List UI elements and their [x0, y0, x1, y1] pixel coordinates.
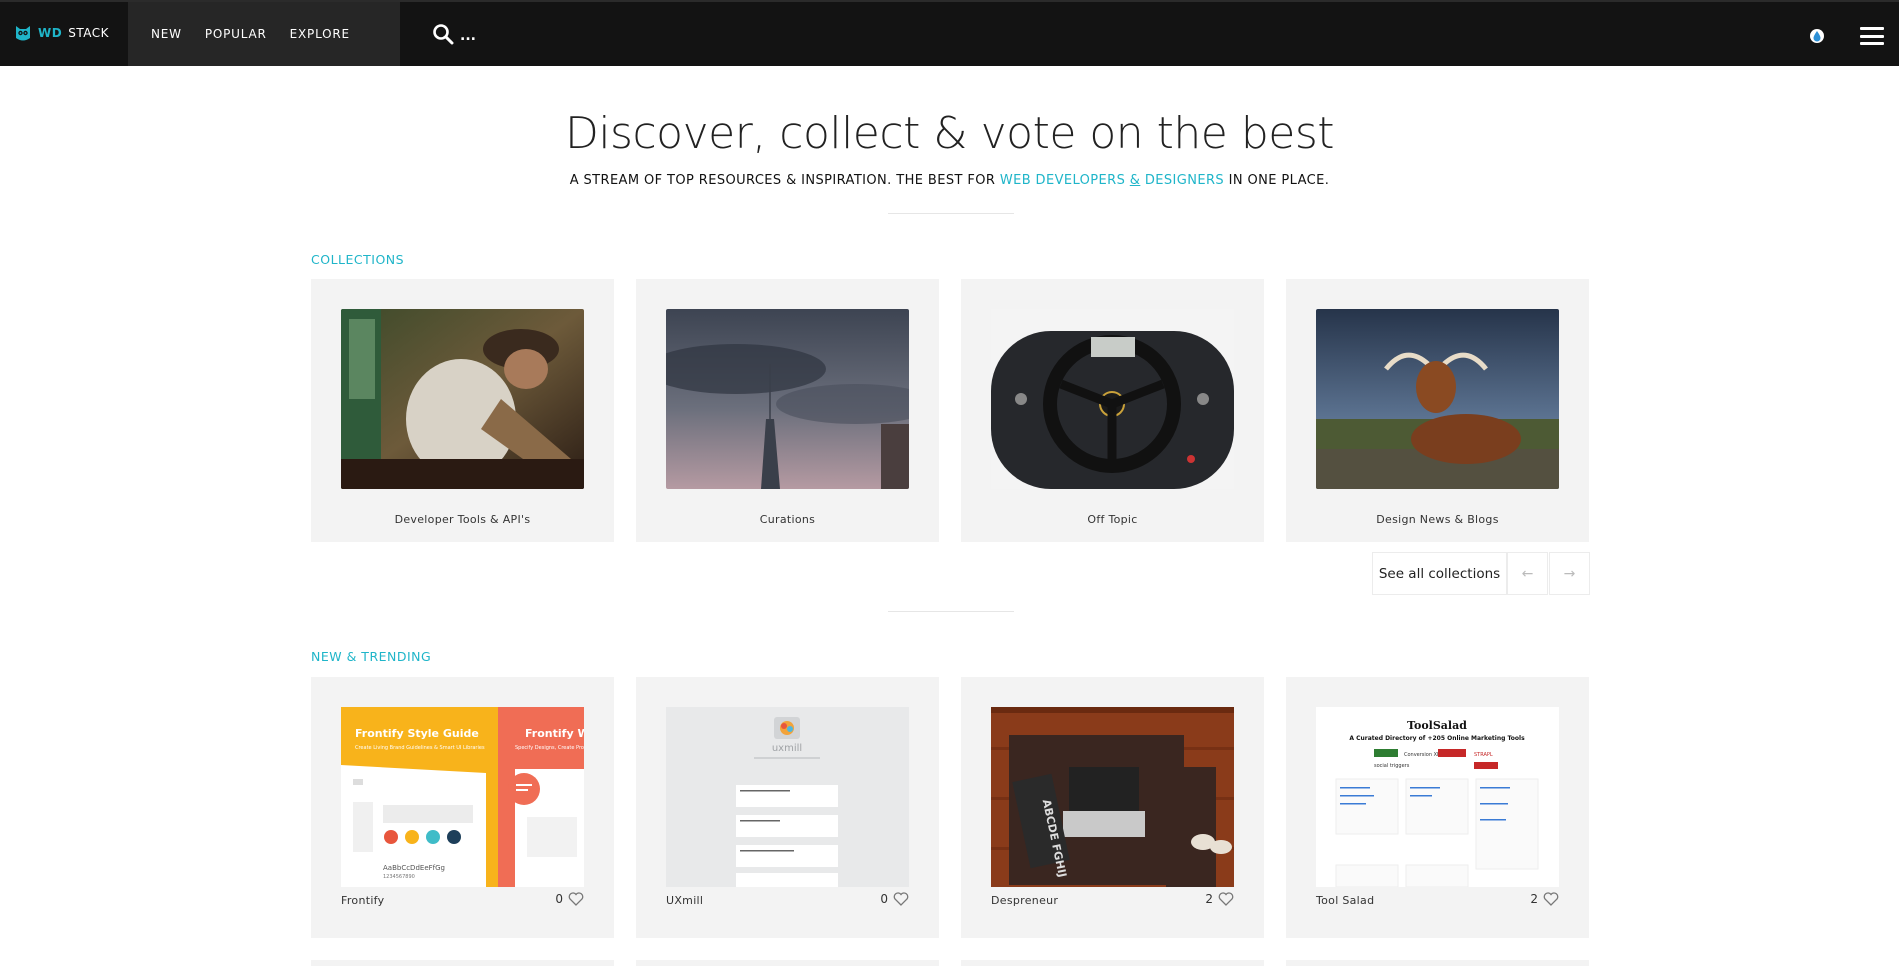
- see-all-collections-button[interactable]: See all collections: [1372, 552, 1507, 595]
- divider: [888, 611, 1014, 612]
- collection-image: [991, 309, 1234, 489]
- frontify-thumb-title-a: Frontify Style Guide: [355, 727, 479, 740]
- collection-title: Curations: [759, 513, 816, 526]
- brand-stack: STACK: [68, 26, 109, 40]
- vote-count: 0: [555, 892, 563, 906]
- frontify-thumb-title-b: Frontify W: [525, 727, 584, 740]
- vote-control[interactable]: 2: [1205, 892, 1234, 906]
- search-icon: [433, 24, 454, 45]
- resource-card[interactable]: ToolSalad A Curated Directory of +205 On…: [1286, 677, 1589, 938]
- toolsalad-thumb-sub: A Curated Directory of +205 Online Marke…: [1349, 735, 1525, 742]
- resource-image: uxmill: [666, 707, 909, 887]
- uxmill-thumb-wordmark: uxmill: [772, 743, 802, 754]
- collections-label: COLLECTIONS: [311, 252, 405, 267]
- vote-control[interactable]: 2: [1530, 892, 1559, 906]
- hero-link-designers[interactable]: DESIGNERS: [1145, 173, 1224, 188]
- collection-image: [666, 309, 909, 489]
- heart-icon[interactable]: [1543, 892, 1559, 906]
- resource-card[interactable]: Frontify Style Guide Create Living Brand…: [311, 677, 614, 938]
- collection-card[interactable]: Developer Tools & API's: [311, 279, 614, 542]
- main-nav: NEW POPULAR EXPLORE: [128, 2, 400, 66]
- vote-count: 2: [1205, 892, 1213, 906]
- collection-card[interactable]: Curations: [636, 279, 939, 542]
- heart-icon[interactable]: [893, 892, 909, 906]
- toolsalad-tag: social triggers: [1374, 763, 1410, 769]
- trending-label: NEW & TRENDING: [311, 649, 432, 664]
- hero-sub-suffix: IN ONE PLACE.: [1224, 173, 1330, 188]
- heart-icon[interactable]: [568, 892, 584, 906]
- collection-image: [1316, 309, 1559, 489]
- resource-image: ToolSalad A Curated Directory of +205 On…: [1316, 707, 1559, 887]
- prev-arrow-icon[interactable]: ←: [1507, 552, 1548, 595]
- frontify-thumb-digits: 1234567890: [383, 874, 415, 880]
- resource-name: UXmill: [666, 894, 704, 907]
- collection-title: Developer Tools & API's: [394, 513, 531, 526]
- brand-wd: WD: [38, 26, 63, 40]
- nav-new[interactable]: NEW: [151, 27, 182, 41]
- heart-icon[interactable]: [1218, 892, 1234, 906]
- vote-control[interactable]: 0: [555, 892, 584, 906]
- hero-title: Discover, collect & vote on the best: [564, 108, 1335, 159]
- collection-card[interactable]: Design News & Blogs: [1286, 279, 1589, 542]
- resource-card[interactable]: ABCDE FGHIJ Despreneur 2: [961, 677, 1264, 938]
- owl-logo-icon: [16, 26, 30, 41]
- hero-subtitle: A STREAM OF TOP RESOURCES & INSPIRATION.…: [0, 173, 1899, 188]
- toolsalad-badge-b: Conversion XL: [1404, 752, 1440, 758]
- collection-title: Off Topic: [1087, 513, 1138, 526]
- hero-amp: &: [1129, 173, 1141, 188]
- frontify-thumb-sub-a: Create Living Brand Guidelines & Smart U…: [355, 745, 485, 751]
- hero-link-web-developers[interactable]: WEB DEVELOPERS: [1000, 173, 1125, 188]
- resource-image: Frontify Style Guide Create Living Brand…: [341, 707, 584, 887]
- resource-image: ABCDE FGHIJ: [991, 707, 1234, 887]
- nav-popular[interactable]: POPULAR: [205, 27, 267, 41]
- collection-title: Design News & Blogs: [1376, 513, 1499, 526]
- resource-name: Despreneur: [991, 894, 1059, 907]
- collection-image: [341, 309, 584, 489]
- top-bar: WD STACK NEW POPULAR EXPLORE ...: [0, 0, 1899, 66]
- vote-count: 2: [1530, 892, 1538, 906]
- vote-count: 0: [880, 892, 888, 906]
- resource-name: Frontify: [341, 894, 385, 907]
- next-arrow-icon[interactable]: →: [1549, 552, 1590, 595]
- brand-logo[interactable]: WD STACK: [14, 24, 109, 42]
- hero-sub-prefix: A STREAM OF TOP RESOURCES & INSPIRATION.…: [569, 173, 1000, 188]
- frontify-thumb-sub-b: Specify Designs, Create Pro: [515, 745, 584, 751]
- search-placeholder: ...: [460, 28, 476, 44]
- collection-card[interactable]: Off Topic: [961, 279, 1264, 542]
- search-trigger[interactable]: ...: [432, 23, 476, 45]
- resource-card[interactable]: uxmill UXmill 0: [636, 677, 939, 938]
- theme-drop-icon[interactable]: [1809, 28, 1825, 44]
- menu-icon[interactable]: [1860, 27, 1884, 45]
- nav-explore[interactable]: EXPLORE: [290, 27, 350, 41]
- toolsalad-badge-c: STRAPL: [1474, 752, 1493, 758]
- toolsalad-thumb-title: ToolSalad: [1407, 719, 1467, 732]
- resource-name: Tool Salad: [1316, 894, 1375, 907]
- divider: [888, 213, 1014, 214]
- frontify-thumb-sample: AaBbCcDdEeFfGg: [383, 864, 445, 872]
- vote-control[interactable]: 0: [880, 892, 909, 906]
- resource-card-partial: [636, 960, 939, 966]
- resource-card-partial: [311, 960, 614, 966]
- resource-card-partial: [1286, 960, 1589, 966]
- resource-card-partial: [961, 960, 1264, 966]
